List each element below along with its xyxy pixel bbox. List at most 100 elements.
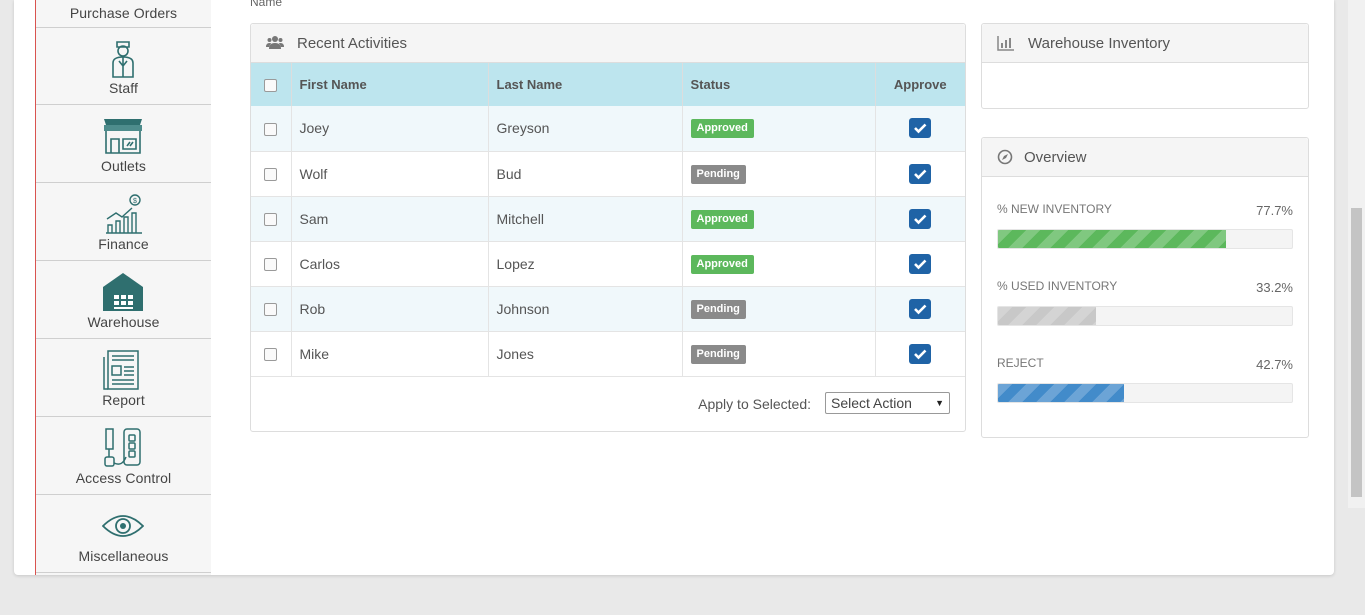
overview-panel: Overview % NEW INVENTORY 77.7% % USED INVE…	[981, 137, 1309, 438]
first-name-cell: Mike	[291, 331, 489, 377]
panel-title: Recent Activities	[297, 35, 408, 52]
app-frame: Purchase Orders Staff Outlets $ Finance …	[14, 0, 1334, 575]
table-row[interactable]: Sam Mitchell Approved	[251, 196, 965, 242]
table-row[interactable]: Rob Johnson Pending	[251, 286, 965, 332]
approve-cell	[875, 151, 965, 197]
finance-icon: $	[106, 194, 142, 234]
row-checkbox[interactable]	[264, 168, 278, 182]
dropdown-arrow-icon: ▼	[935, 397, 944, 408]
row-checkbox[interactable]	[264, 348, 278, 362]
sidebar-item-report[interactable]: Report	[36, 340, 211, 417]
bar-chart-icon	[997, 36, 1014, 51]
sidebar-item-outlets[interactable]: Outlets	[36, 106, 211, 183]
action-select[interactable]: Select Action ▼	[825, 391, 950, 414]
sidebar-item-label: Finance	[98, 236, 149, 252]
status-badge: Pending	[690, 344, 746, 364]
overview-item-value: 33.2%	[1256, 280, 1293, 295]
status-cell: Pending	[682, 331, 876, 377]
checkmark-icon	[914, 259, 927, 269]
last-name-cell: Lopez	[488, 241, 683, 287]
row-select-cell	[251, 286, 292, 332]
row-checkbox[interactable]	[264, 213, 278, 227]
table-row[interactable]: Joey Greyson Approved	[251, 106, 965, 152]
overview-item-label: % NEW INVENTORY	[997, 202, 1112, 216]
row-select-cell	[251, 241, 292, 287]
status-badge: Approved	[690, 119, 754, 139]
overview-item-value: 42.7%	[1256, 357, 1293, 372]
row-checkbox[interactable]	[264, 258, 278, 272]
column-header[interactable]: Approve	[875, 63, 965, 106]
status-badge: Approved	[690, 209, 754, 229]
row-checkbox[interactable]	[264, 303, 278, 317]
first-name-cell: Carlos	[291, 241, 489, 287]
row-select-cell	[251, 151, 292, 197]
staff-icon	[112, 41, 134, 78]
table-header-row: First Name Last Name Status Approve	[251, 63, 965, 106]
last-name-cell: Mitchell	[488, 196, 683, 242]
access-control-icon	[104, 428, 141, 467]
select-all-cell	[251, 63, 292, 106]
panel-header: Overview	[982, 138, 1308, 177]
checkmark-icon	[914, 349, 927, 359]
status-cell: Approved	[682, 106, 876, 152]
first-name-cell: Rob	[291, 286, 489, 332]
sidebar: Purchase Orders Staff Outlets $ Finance …	[35, 0, 211, 575]
last-name-cell: Bud	[488, 151, 683, 197]
approve-checkbox[interactable]	[909, 208, 932, 229]
miscellaneous-icon	[102, 515, 144, 537]
column-header[interactable]: First Name	[291, 63, 489, 106]
status-badge: Approved	[690, 254, 754, 274]
status-badge: Pending	[690, 164, 746, 184]
sidebar-item-label: Report	[102, 392, 145, 408]
checkmark-icon	[914, 123, 927, 134]
panel-title: Warehouse Inventory	[1028, 35, 1171, 52]
progress-fill	[998, 230, 1227, 248]
select-value: Select Action	[831, 394, 912, 411]
progress-fill	[998, 384, 1124, 402]
panel-header: Warehouse Inventory	[982, 24, 1308, 63]
sidebar-item-access-control[interactable]: Access Control	[36, 418, 211, 495]
name-label: Name	[250, 0, 283, 9]
approve-cell	[875, 286, 965, 332]
table-row[interactable]: Carlos Lopez Approved	[251, 241, 965, 287]
select-all-checkbox[interactable]	[264, 79, 278, 93]
approve-checkbox[interactable]	[909, 118, 932, 139]
approve-checkbox[interactable]	[909, 298, 932, 319]
sidebar-item-label: Access Control	[75, 470, 172, 486]
column-header[interactable]: Status	[682, 63, 876, 106]
panel-title: Overview	[1024, 149, 1087, 166]
first-name-cell: Sam	[291, 196, 489, 242]
scrollbar-thumb[interactable]	[1351, 208, 1362, 497]
overview-item-label: REJECT	[997, 356, 1044, 370]
column-header[interactable]: Last Name	[488, 63, 683, 106]
overview-item-label: % USED INVENTORY	[997, 279, 1118, 293]
checkmark-icon	[914, 304, 927, 314]
approve-checkbox[interactable]	[909, 163, 932, 184]
sidebar-item-purchase-orders[interactable]: Purchase Orders	[36, 0, 211, 28]
compass-icon	[997, 149, 1013, 165]
checkmark-icon	[914, 214, 927, 224]
row-select-cell	[251, 331, 292, 377]
users-icon	[266, 36, 284, 49]
first-name-cell: Wolf	[291, 151, 489, 197]
approve-checkbox[interactable]	[909, 253, 932, 274]
sidebar-item-label: Staff	[108, 80, 139, 96]
sidebar-item-label: Miscellaneous	[78, 548, 169, 564]
apply-row: Apply to Selected: Select Action ▼	[251, 377, 965, 430]
approve-checkbox[interactable]	[909, 343, 932, 364]
sidebar-item-miscellaneous[interactable]: Miscellaneous	[36, 496, 211, 573]
table-row[interactable]: Wolf Bud Pending	[251, 151, 965, 197]
sidebar-item-warehouse[interactable]: Warehouse	[36, 262, 211, 339]
approve-cell	[875, 331, 965, 377]
progress-bar	[997, 306, 1293, 326]
row-checkbox[interactable]	[264, 123, 278, 137]
last-name-cell: Johnson	[488, 286, 683, 332]
last-name-cell: Jones	[488, 331, 683, 377]
warehouse-inventory-panel: Warehouse Inventory	[981, 23, 1309, 109]
table-row[interactable]: Mike Jones Pending	[251, 331, 965, 377]
sidebar-item-finance[interactable]: $ Finance	[36, 184, 211, 261]
sidebar-item-label: Warehouse	[87, 314, 160, 330]
sidebar-item-staff[interactable]: Staff	[36, 28, 211, 105]
approve-cell	[875, 196, 965, 242]
status-cell: Pending	[682, 286, 876, 332]
